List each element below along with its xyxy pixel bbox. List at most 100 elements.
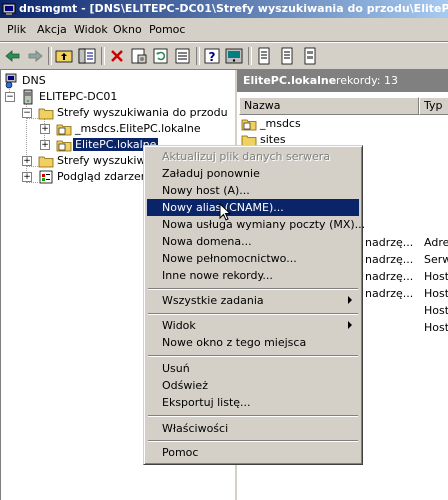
menu-item-label: Aktualizuj plik danych serwera	[162, 150, 331, 163]
menu-item-new-alias[interactable]: Nowy alias (CNAME)...	[147, 199, 359, 216]
toolbar: ?	[0, 42, 448, 70]
help-icon[interactable]: ?	[202, 46, 222, 66]
menu-item-label: Odśwież	[162, 379, 208, 392]
context-menu: Aktualizuj plik danych serwera Załaduj p…	[143, 145, 365, 465]
record-type: Host	[424, 304, 448, 317]
menu-separator	[148, 355, 358, 357]
menu-item-label: Wszystkie zadania	[162, 294, 264, 307]
up-folder-icon[interactable]	[54, 46, 74, 66]
properties-icon[interactable]	[129, 46, 149, 66]
menu-separator	[148, 440, 358, 442]
column-header-label: Typ	[424, 99, 443, 112]
tree-item-label: Podgląd zdarzeń	[57, 170, 148, 183]
dns-app-icon[interactable]	[2, 2, 16, 16]
record-type: Host	[424, 287, 448, 300]
folder-icon	[38, 105, 54, 121]
menu-view[interactable]: Widok	[74, 23, 108, 36]
expand-toggle[interactable]: +	[22, 156, 32, 166]
menu-item-reload[interactable]: Załaduj ponownie	[147, 165, 359, 182]
collapse-toggle[interactable]: −	[22, 108, 32, 118]
show-hide-tree-icon[interactable]	[77, 46, 97, 66]
collapse-toggle[interactable]: −	[5, 92, 15, 102]
menu-help[interactable]: Pomoc	[149, 23, 185, 36]
menu-item-properties[interactable]: Właściwości	[147, 420, 359, 437]
tree-item-label: Strefy wyszukiwania do przodu	[57, 106, 228, 119]
menu-item-label: Właściwości	[162, 422, 229, 435]
svg-text:?: ?	[209, 50, 216, 64]
menu-item-refresh[interactable]: Odśwież	[147, 377, 359, 394]
record-count: rekordy: 13	[336, 74, 398, 87]
tree-connector	[26, 166, 38, 167]
menu-item-new-host[interactable]: Nowy host (A)...	[147, 182, 359, 199]
back-arrow-icon[interactable]	[3, 46, 23, 66]
menu-item-new-mx[interactable]: Nowa usługa wymiany poczty (MX)...	[147, 216, 365, 233]
menu-item-view[interactable]: Widok	[147, 317, 359, 334]
menu-item-new-delegation[interactable]: Nowe pełnomocnictwo...	[147, 250, 359, 267]
expand-toggle[interactable]: +	[40, 140, 50, 150]
record-name: _msdcs	[260, 117, 301, 130]
menu-separator	[148, 288, 358, 290]
forward-arrow-icon[interactable]	[25, 46, 45, 66]
new-record-icon[interactable]	[254, 46, 274, 66]
column-header-type[interactable]: Typ	[419, 97, 448, 115]
record-name: nadrzę...	[365, 287, 414, 300]
menu-action[interactable]: Akcja	[37, 23, 67, 36]
menu-item-label: Widok	[162, 319, 196, 332]
title-bar[interactable]: dnsmgmt - [DNS\ELITEPC-DC01\Strefy wyszu…	[0, 0, 448, 18]
tree-item-label: _msdcs.ElitePC.lokalne	[75, 122, 201, 135]
toolbar-separator	[196, 47, 200, 65]
menu-file[interactable]: Plik	[7, 23, 26, 36]
record-type: Adres	[424, 236, 448, 249]
column-header-name[interactable]: Nazwa	[239, 97, 419, 115]
menu-item-label: Inne nowe rekordy...	[162, 269, 273, 282]
menu-item-label: Załaduj ponownie	[162, 167, 260, 180]
menu-item-export-list[interactable]: Eksportuj listę...	[147, 394, 359, 411]
menu-item-new-domain[interactable]: Nowa domena...	[147, 233, 359, 250]
menu-item-label: Eksportuj listę...	[162, 396, 251, 409]
server-icon	[20, 89, 36, 105]
tree-connector	[26, 182, 38, 183]
tree-item-label: DNS	[22, 74, 46, 87]
record-name: nadrzę...	[365, 253, 414, 266]
refresh-icon[interactable]	[151, 46, 171, 66]
column-header-label: Nazwa	[244, 99, 281, 112]
menu-window[interactable]: Okno	[113, 23, 142, 36]
tree-item-label: Strefy wyszukiwa	[57, 154, 153, 167]
menu-item-label: Nowy host (A)...	[162, 184, 250, 197]
delete-icon[interactable]	[107, 46, 127, 66]
menu-bar: Plik Akcja Widok Okno Pomoc	[0, 19, 448, 42]
menu-item-delete[interactable]: Usuń	[147, 360, 359, 377]
record-type: Host	[424, 270, 448, 283]
zone-folder-icon	[241, 119, 257, 131]
expand-toggle[interactable]: +	[22, 172, 32, 182]
console-icon[interactable]	[224, 46, 244, 66]
menu-item-help[interactable]: Pomoc	[147, 444, 359, 461]
record-type: Host	[424, 321, 448, 334]
menu-separator	[148, 313, 358, 315]
menu-item-label: Nowe pełnomocnictwo...	[162, 252, 297, 265]
expand-toggle[interactable]: +	[40, 124, 50, 134]
export-list-icon[interactable]	[173, 46, 193, 66]
menu-item-label: Pomoc	[162, 446, 199, 459]
menu-item-label: Nowe okno z tego miejsca	[162, 336, 307, 349]
folder-icon	[38, 153, 54, 169]
zone-icon	[56, 121, 72, 137]
menu-item-label: Nowa usługa wymiany poczty (MX)...	[162, 218, 366, 231]
submenu-arrow-icon	[348, 296, 352, 304]
results-header: ElitePC.lokalne rekordy: 13	[237, 70, 448, 92]
record-name: nadrzę...	[365, 270, 414, 283]
new-record-alt-icon[interactable]	[277, 46, 297, 66]
toolbar-separator	[248, 47, 252, 65]
toolbar-separator	[48, 47, 52, 65]
menu-item-update-server-data-file: Aktualizuj plik danych serwera	[147, 148, 359, 165]
submenu-arrow-icon	[348, 321, 352, 329]
event-viewer-icon	[38, 169, 54, 185]
update-server-data-icon[interactable]	[300, 46, 320, 66]
menu-item-other-records[interactable]: Inne nowe rekordy...	[147, 267, 359, 284]
menu-item-label: Nowa domena...	[162, 235, 252, 248]
menu-item-all-tasks[interactable]: Wszystkie zadania	[147, 292, 359, 309]
list-item[interactable]: _msdcs	[241, 116, 441, 132]
menu-item-new-window[interactable]: Nowe okno z tego miejsca	[147, 334, 359, 351]
menu-separator	[148, 415, 358, 417]
record-name: nadrzę...	[365, 236, 414, 249]
